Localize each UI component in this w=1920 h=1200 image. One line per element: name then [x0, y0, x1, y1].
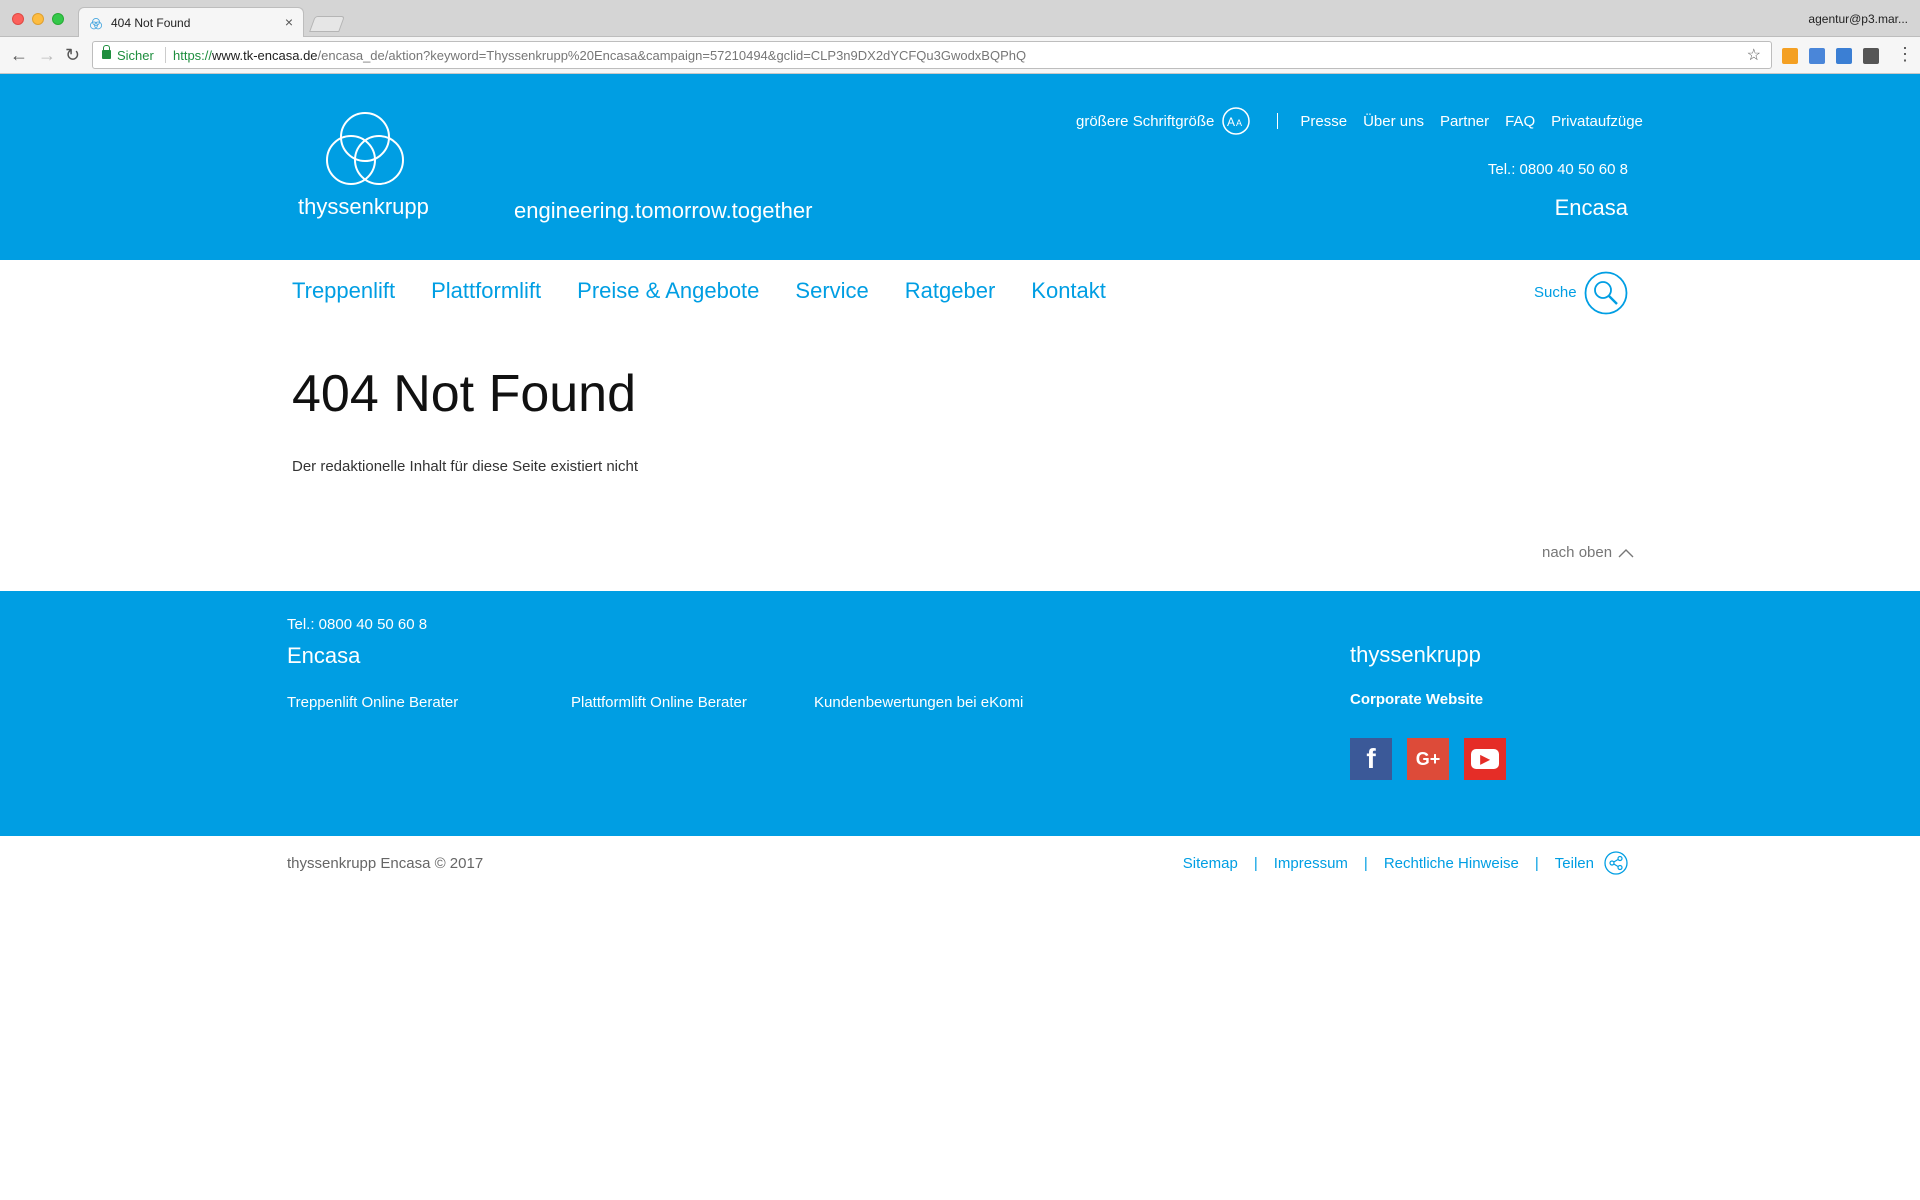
font-size-aa-icon: A A [1222, 107, 1251, 135]
larger-font-size-label: größere Schriftgröße [1076, 112, 1215, 130]
new-tab-button[interactable] [309, 16, 345, 32]
footer-link-ekomi[interactable]: Kundenbewertungen bei eKomi [814, 694, 1023, 711]
back-to-top-label: nach oben [1542, 544, 1613, 561]
profile-name[interactable]: agentur@p3.mar... [1808, 12, 1908, 26]
page-title: 404 Not Found [292, 365, 637, 423]
nav-kontakt[interactable]: Kontakt [1031, 278, 1106, 304]
nav-preise-angebote[interactable]: Preise & Angebote [577, 278, 759, 304]
browser-tab-strip: 404 Not Found × agentur@p3.mar... [0, 0, 1920, 38]
address-bar[interactable]: Sicher https://www.tk-encasa.de/encasa_d… [92, 41, 1772, 69]
nav-ratgeber[interactable]: Ratgeber [905, 278, 996, 304]
url-host: www.tk-encasa.de [212, 48, 318, 63]
browser-toolbar: ← → ↻ Sicher https://www.tk-encasa.de/en… [0, 37, 1920, 74]
link-separator: | [1363, 854, 1368, 872]
share-link[interactable]: Teilen [1555, 855, 1594, 872]
top-menu-privataufzuege[interactable]: Privataufzüge [1551, 113, 1643, 130]
copyright: thyssenkrupp Encasa © 2017 [287, 855, 484, 872]
google-plus-icon[interactable]: G+ [1407, 738, 1449, 780]
google-plus-glyph: G+ [1415, 748, 1441, 769]
url-text[interactable]: https://www.tk-encasa.de/encasa_de/aktio… [173, 48, 1026, 63]
browser-menu-icon[interactable]: ⋮ [1896, 44, 1914, 64]
reload-icon[interactable]: ↻ [65, 45, 80, 65]
footer-product-name: Encasa [287, 643, 361, 668]
brand-name: thyssenkrupp [298, 194, 429, 219]
bookmark-star-icon[interactable]: ☆ [1747, 45, 1761, 65]
close-window-button[interactable] [12, 13, 24, 25]
svg-text:A: A [1236, 118, 1242, 128]
top-menu-partner[interactable]: Partner [1440, 113, 1489, 130]
header-product-name: Encasa [1554, 195, 1628, 220]
legal-notice-link[interactable]: Rechtliche Hinweise [1384, 855, 1519, 872]
top-menu-divider [1277, 113, 1279, 129]
youtube-play-icon: ▶ [1471, 749, 1499, 769]
extension-stack-icon[interactable] [1836, 48, 1852, 64]
larger-font-size-button[interactable]: größere Schriftgröße A A [1076, 106, 1251, 136]
top-menu-ueber-uns[interactable]: Über uns [1363, 113, 1424, 130]
youtube-icon[interactable]: ▶ [1464, 738, 1506, 780]
link-separator: | [1534, 854, 1539, 872]
footer-phone[interactable]: Tel.: 0800 40 50 60 8 [287, 616, 427, 633]
nav-service[interactable]: Service [795, 278, 868, 304]
chevron-up-icon [1618, 548, 1634, 557]
corporate-website-link[interactable]: Corporate Website [1350, 691, 1483, 708]
thyssenkrupp-favicon-icon [89, 17, 103, 30]
minimize-window-button[interactable] [32, 13, 44, 25]
top-menu-presse[interactable]: Presse [1300, 113, 1347, 130]
url-scheme: https:// [173, 48, 213, 63]
lock-icon [102, 45, 111, 59]
link-separator: | [1253, 854, 1258, 872]
browser-tab[interactable]: 404 Not Found × [78, 7, 304, 38]
facebook-icon[interactable]: f [1350, 738, 1392, 780]
back-arrow-icon[interactable]: ← [10, 45, 28, 65]
tab-close-icon[interactable]: × [285, 14, 293, 30]
search-icon[interactable] [1584, 271, 1628, 315]
footer-link-treppenlift-berater[interactable]: Treppenlift Online Berater [287, 694, 458, 711]
url-path: /encasa_de/aktion?keyword=Thyssenkrupp%2… [317, 48, 1027, 63]
sitemap-link[interactable]: Sitemap [1183, 855, 1238, 872]
page-description: Der redaktionelle Inhalt für diese Seite… [292, 458, 639, 475]
extension-window-icon[interactable] [1809, 48, 1825, 64]
maximize-window-button[interactable] [52, 13, 64, 25]
tab-title: 404 Not Found [111, 16, 191, 30]
thyssenkrupp-logo-icon[interactable] [320, 110, 410, 190]
nav-plattformlift[interactable]: Plattformlift [431, 278, 541, 304]
address-divider [165, 47, 166, 63]
tagline: engineering.tomorrow.together [514, 198, 813, 223]
top-menu-faq[interactable]: FAQ [1505, 113, 1535, 130]
share-icon[interactable] [1604, 851, 1628, 875]
nav-treppenlift[interactable]: Treppenlift [292, 278, 395, 304]
top-menu: größere Schriftgröße A A Presse Über uns… [1076, 106, 1643, 136]
footer-link-plattformlift-berater[interactable]: Plattformlift Online Berater [571, 694, 747, 711]
bottom-links: Sitemap | Impressum | Rechtliche Hinweis… [1183, 851, 1628, 875]
forward-arrow-icon[interactable]: → [38, 45, 56, 65]
main-navigation: Treppenlift Plattformlift Preise & Angeb… [292, 278, 1142, 304]
secure-label: Sicher [117, 48, 154, 63]
back-to-top-link[interactable]: nach oben [1542, 544, 1634, 561]
search-label[interactable]: Suche [1534, 284, 1577, 301]
site-header [0, 74, 1920, 260]
svg-text:A: A [1227, 115, 1235, 129]
extension-rss-icon[interactable] [1782, 48, 1798, 64]
facebook-glyph: f [1366, 743, 1376, 774]
impressum-link[interactable]: Impressum [1274, 855, 1348, 872]
extension-cup-icon[interactable] [1863, 48, 1879, 64]
header-phone[interactable]: Tel.: 0800 40 50 60 8 [1488, 161, 1628, 178]
footer-brand: thyssenkrupp [1350, 642, 1481, 667]
